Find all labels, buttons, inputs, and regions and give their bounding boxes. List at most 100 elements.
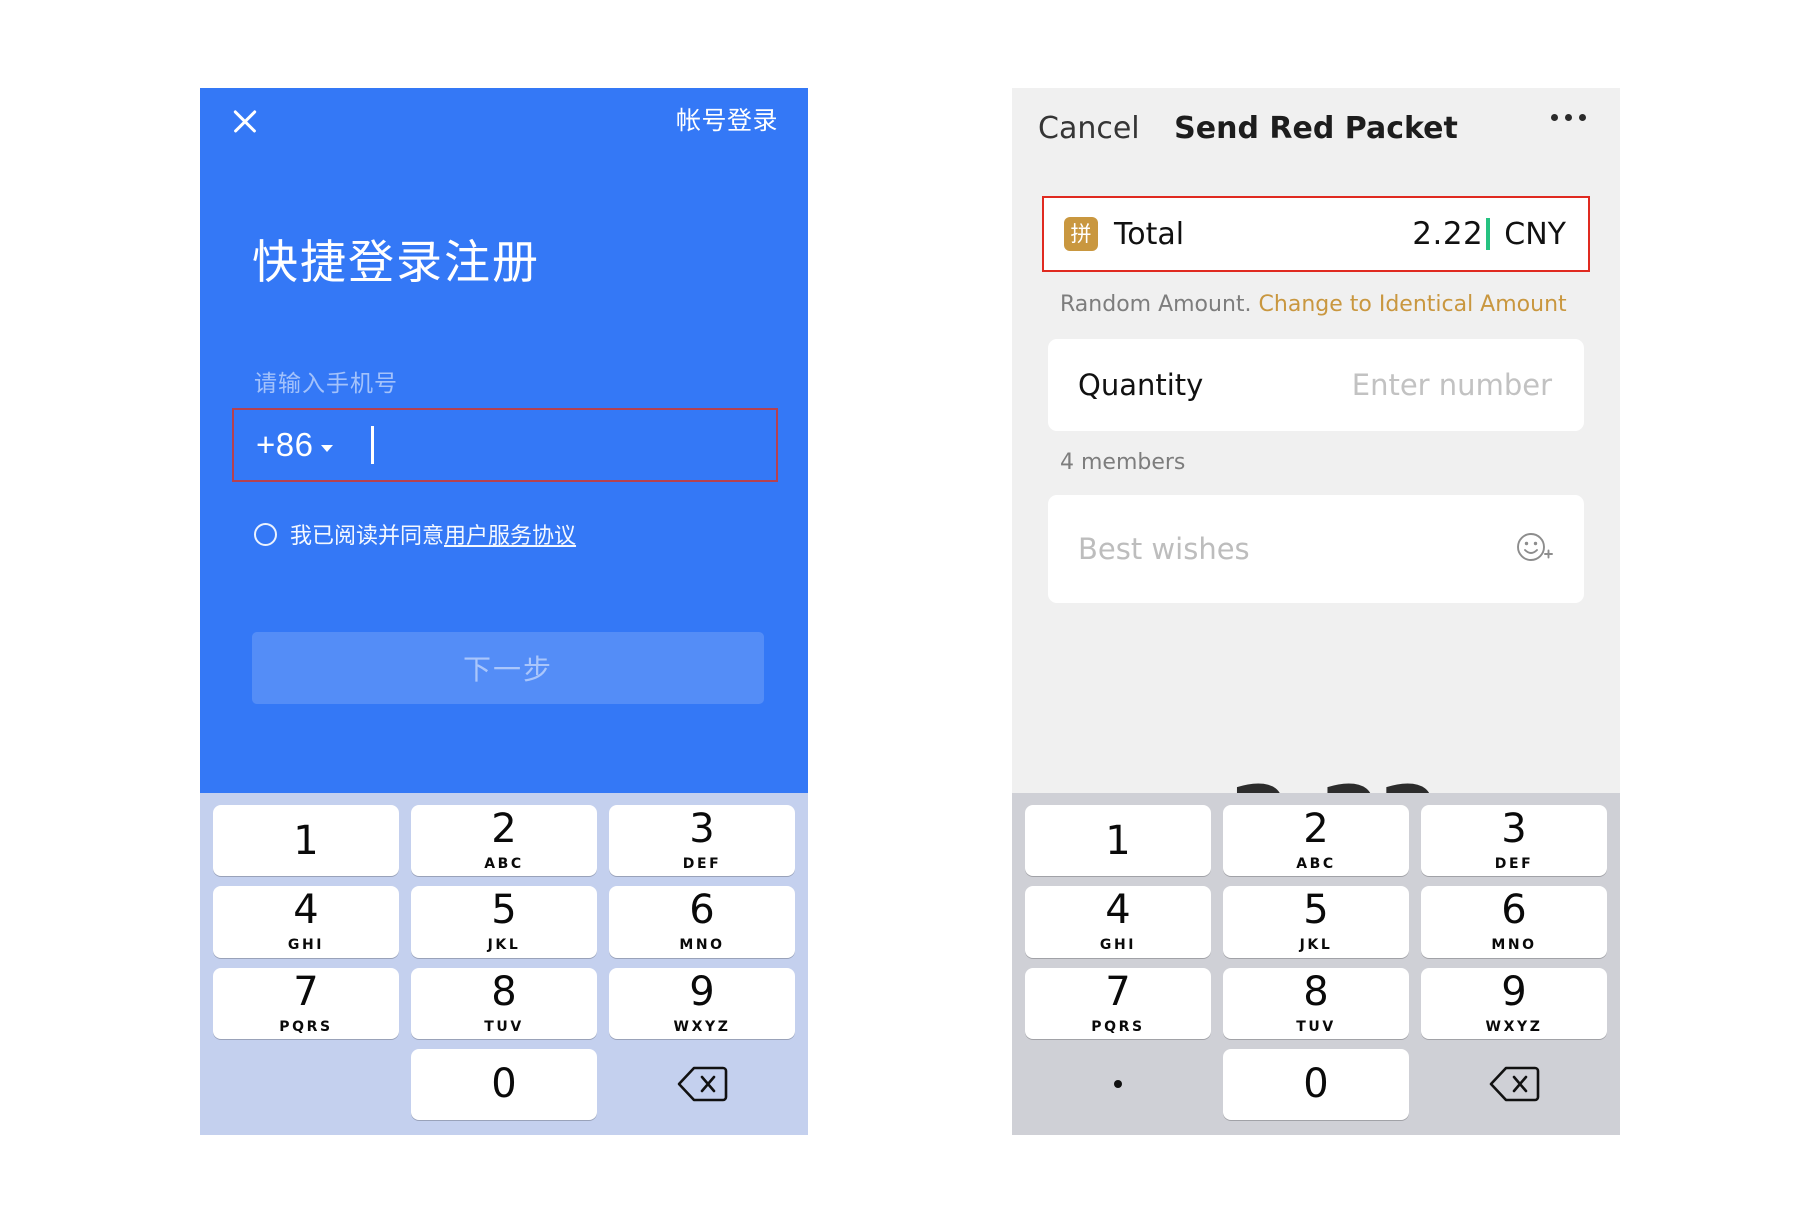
members-count-note: 4 members [1060, 450, 1186, 475]
screenshot-canvas: 帐号登录 快捷登录注册 请输入手机号 +86 我已阅读并同意用户服务协议 下一步… [0, 0, 1800, 1230]
country-code-value: +86 [256, 426, 314, 463]
next-step-button[interactable]: 下一步 [252, 632, 764, 704]
text-caret [371, 426, 375, 464]
numeric-keypad-right[interactable]: 1 2 ABC 3 DEF 4 GHI 5 JKL 6 MNO 7 PQRS 8 TUV 9 WXYZ 0 [1012, 793, 1620, 1135]
right-keypad-key-3[interactable]: 3 DEF [1421, 805, 1607, 877]
total-amount-value: 2.22 [1412, 216, 1484, 252]
key-letters: ABC [484, 856, 524, 873]
key-digit: 1 [1105, 817, 1131, 864]
right-keypad-key-2[interactable]: 2 ABC [1223, 805, 1409, 877]
agreement-checkbox-row[interactable]: 我已阅读并同意用户服务协议 [254, 518, 808, 550]
key-letters: TUV [484, 1018, 524, 1035]
right-keypad-key-1[interactable]: 1 [1025, 805, 1211, 877]
left-keypad-key-9[interactable]: 9 WXYZ [609, 967, 795, 1039]
key-letters: DEF [1494, 856, 1534, 873]
quantity-label: Quantity [1078, 368, 1204, 402]
key-digit: 1 [293, 817, 319, 864]
pin-badge-icon: 拼 [1064, 217, 1098, 251]
wish-message-input[interactable]: Best wishes [1078, 532, 1250, 566]
total-amount-highlight: 拼 Total 2.22 CNY [1042, 196, 1590, 272]
amount-mode-hint: Random Amount. Change to Identical Amoun… [1060, 292, 1620, 317]
numeric-keypad-left[interactable]: 1 2 ABC 3 DEF 4 GHI 5 JKL 6 MNO 7 PQRS 8 TUV 9 WXYZ 0 [200, 793, 808, 1135]
currency-label: CNY [1504, 216, 1566, 252]
left-keypad-key-7[interactable]: 7 PQRS [213, 967, 399, 1039]
key-digit: 9 [689, 968, 715, 1015]
keypad-row: 7 PQRS 8 TUV 9 WXYZ [207, 963, 801, 1044]
key-letters: GHI [1099, 937, 1137, 954]
user-service-agreement-link[interactable]: 用户服务协议 [444, 524, 576, 549]
key-digit: 2 [491, 806, 517, 853]
key-letters: MNO [679, 937, 725, 954]
decimal-point-glyph [1114, 1080, 1122, 1089]
key-letters: MNO [1491, 937, 1537, 954]
key-digit: 3 [689, 806, 715, 853]
agreement-text: 我已阅读并同意 [290, 524, 445, 549]
key-letters: TUV [1296, 1018, 1336, 1035]
key-letters: PQRS [279, 1018, 333, 1035]
close-icon[interactable] [228, 104, 262, 138]
phone-input-field[interactable]: +86 [232, 408, 778, 482]
right-keypad-key-5[interactable]: 5 JKL [1223, 886, 1409, 958]
left-keypad-key-6[interactable]: 6 MNO [609, 886, 795, 958]
backspace-icon[interactable] [609, 1049, 795, 1120]
quantity-input[interactable]: Enter number [1352, 368, 1552, 402]
quantity-row[interactable]: Quantity Enter number [1048, 339, 1584, 431]
left-keypad-key-4[interactable]: 4 GHI [213, 886, 399, 958]
left-keypad-key-8[interactable]: 8 TUV [411, 967, 597, 1039]
left-keypad-key-0[interactable]: 0 [411, 1048, 597, 1120]
backspace-icon[interactable] [1421, 1049, 1607, 1120]
right-keypad-key-decimal-point[interactable] [1025, 1049, 1211, 1120]
agreement-radio-icon[interactable] [254, 522, 277, 546]
keypad-row: 7 PQRS 8 TUV 9 WXYZ [1019, 963, 1613, 1044]
right-keypad-key-9[interactable]: 9 WXYZ [1421, 967, 1607, 1039]
key-digit: 4 [293, 887, 319, 934]
right-keypad-key-0[interactable]: 0 [1223, 1048, 1409, 1120]
page-title: 快捷登录注册 [252, 235, 540, 289]
key-digit: 8 [1303, 968, 1329, 1015]
key-digit: 9 [1501, 968, 1527, 1015]
key-digit: 5 [1303, 887, 1329, 934]
keypad-row: 4 GHI 5 JKL 6 MNO [1019, 881, 1613, 962]
cancel-button[interactable]: Cancel [1038, 111, 1140, 146]
right-keypad-key-7[interactable]: 7 PQRS [1025, 967, 1211, 1039]
total-amount-row[interactable]: 拼 Total 2.22 CNY [1044, 198, 1588, 270]
left-keypad-key-blank [213, 1049, 399, 1120]
account-login-link[interactable]: 帐号登录 [676, 101, 778, 137]
wish-message-row[interactable]: Best wishes [1048, 495, 1584, 603]
keypad-row: 0 [207, 1044, 801, 1125]
keypad-row: 4 GHI 5 JKL 6 MNO [207, 881, 801, 962]
red-packet-navbar: Cancel Send Red Packet [1012, 88, 1620, 168]
key-letters: ABC [1296, 856, 1336, 873]
key-digit: 0 [491, 1061, 517, 1108]
key-digit: 3 [1501, 806, 1527, 853]
more-dots-icon[interactable] [1551, 114, 1586, 121]
key-digit: 7 [1105, 968, 1131, 1015]
change-to-identical-amount-link[interactable]: Change to Identical Amount [1259, 292, 1567, 317]
login-topbar: 帐号登录 [200, 88, 808, 166]
right-keypad-key-4[interactable]: 4 GHI [1025, 886, 1211, 958]
chevron-down-icon[interactable] [321, 444, 334, 452]
key-letters: PQRS [1091, 1018, 1145, 1035]
left-keypad-key-2[interactable]: 2 ABC [411, 805, 597, 877]
agreement-label: 我已阅读并同意用户服务协议 [290, 518, 576, 550]
key-digit: 8 [491, 968, 517, 1015]
left-keypad-key-1[interactable]: 1 [213, 805, 399, 877]
right-keypad-key-8[interactable]: 8 TUV [1223, 967, 1409, 1039]
key-digit: 7 [293, 968, 319, 1015]
key-digit: 4 [1105, 887, 1131, 934]
key-letters: JKL [1299, 937, 1333, 954]
left-keypad-key-5[interactable]: 5 JKL [411, 886, 597, 958]
left-keypad-key-3[interactable]: 3 DEF [609, 805, 795, 877]
quick-login-register-screen: 帐号登录 快捷登录注册 请输入手机号 +86 我已阅读并同意用户服务协议 下一步… [200, 88, 808, 1135]
key-digit: 6 [689, 887, 715, 934]
phone-field-label: 请输入手机号 [254, 371, 398, 397]
key-letters: DEF [682, 856, 722, 873]
send-red-packet-screen: Cancel Send Red Packet 拼 Total 2.22 CNY … [1012, 88, 1620, 1135]
key-digit: 6 [1501, 887, 1527, 934]
key-letters: GHI [287, 937, 325, 954]
key-digit: 0 [1303, 1061, 1329, 1108]
key-letters: WXYZ [673, 1018, 731, 1035]
right-keypad-key-6[interactable]: 6 MNO [1421, 886, 1607, 958]
amount-mode-static-text: Random Amount. [1060, 292, 1252, 317]
emoji-add-icon[interactable] [1514, 529, 1554, 569]
